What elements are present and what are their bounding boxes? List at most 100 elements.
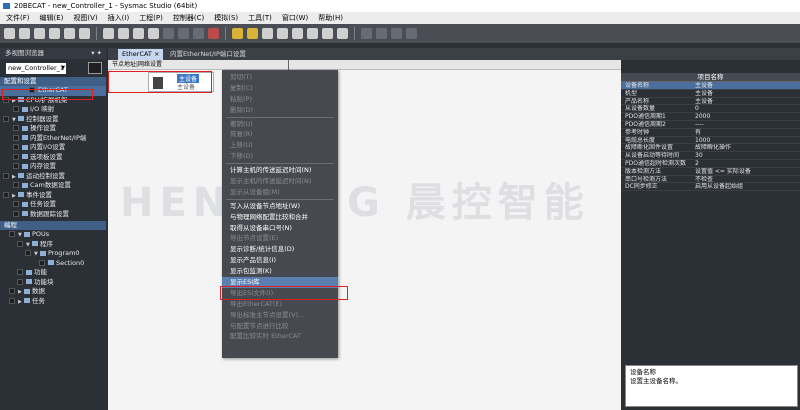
menu-item-cut[interactable]: 剪切(T) bbox=[222, 72, 338, 83]
tree-item-function-blocks[interactable]: 功能块 bbox=[0, 278, 106, 288]
monitor-icon[interactable] bbox=[178, 28, 189, 39]
tool-icon[interactable] bbox=[163, 28, 174, 39]
tree-item-task[interactable]: 任务设置 bbox=[0, 200, 106, 210]
property-value[interactable]: 有 bbox=[691, 129, 800, 136]
build-icon[interactable] bbox=[103, 28, 114, 39]
window-icon[interactable] bbox=[337, 28, 348, 39]
stop-icon[interactable] bbox=[208, 28, 219, 39]
tree-item-section0[interactable]: Section0 bbox=[0, 259, 106, 269]
zoom-out-icon[interactable] bbox=[391, 28, 402, 39]
tree-item-operation[interactable]: 操作设置 bbox=[0, 124, 106, 134]
property-row[interactable]: PDO通信周期1 2000 bbox=[621, 113, 800, 121]
menu-project[interactable]: 工程(P) bbox=[139, 12, 163, 24]
cut-icon[interactable] bbox=[4, 28, 15, 39]
compile-icon[interactable] bbox=[148, 28, 159, 39]
menu-item-redo[interactable]: 恢复(R) bbox=[222, 129, 338, 140]
controller-select[interactable]: new_Controller_1 bbox=[6, 62, 66, 74]
menu-item-write-node-address[interactable]: 写入从设备节点地址(W) bbox=[222, 201, 338, 212]
menu-item-paste[interactable]: 粘贴(P) bbox=[222, 94, 338, 105]
tree-item-data[interactable]: ▶ 数据 bbox=[0, 287, 106, 297]
paste-icon[interactable] bbox=[34, 28, 45, 39]
property-value[interactable]: 2 bbox=[691, 160, 800, 167]
tree-item-option-board[interactable]: 选项板设置 bbox=[0, 153, 106, 163]
tab-ethernet-ip[interactable]: 内置EtherNet/IP端口设置 bbox=[166, 49, 250, 60]
redo-icon[interactable] bbox=[79, 28, 90, 39]
property-value[interactable]: 启用从设备起始组 bbox=[691, 183, 800, 190]
tab-ethercat[interactable]: EtherCAT × bbox=[118, 49, 164, 60]
tree-item-event[interactable]: ▶ 事件设置 bbox=[0, 191, 106, 201]
transfer-icon[interactable] bbox=[133, 28, 144, 39]
menu-window[interactable]: 窗口(W) bbox=[282, 12, 308, 24]
play-icon[interactable] bbox=[292, 28, 303, 39]
property-value[interactable]: ---- bbox=[691, 121, 800, 128]
menu-item-move-up[interactable]: 上移(U) bbox=[222, 140, 338, 151]
menu-help[interactable]: 帮助(H) bbox=[318, 12, 343, 24]
property-row[interactable]: PDO通信周期2 ---- bbox=[621, 121, 800, 129]
property-value[interactable]: 不检查 bbox=[691, 176, 800, 183]
menu-simulation[interactable]: 模拟(S) bbox=[214, 12, 238, 24]
fit-icon[interactable] bbox=[406, 28, 417, 39]
config-section-header[interactable]: 配置和设置 bbox=[0, 77, 106, 86]
menu-item-config-compare-realtime[interactable]: 配置比较实时 EtherCAT bbox=[222, 331, 338, 342]
menu-edit[interactable]: 编辑(E) bbox=[40, 12, 64, 24]
tree-item-builtin-io[interactable]: 内置I/O设置 bbox=[0, 143, 106, 153]
program-section-header[interactable]: 编程 bbox=[0, 221, 106, 230]
property-row[interactable]: 参考时钟 有 bbox=[621, 129, 800, 137]
tree-item-motion[interactable]: ▶ 运动控制设置 bbox=[0, 172, 106, 182]
menu-file[interactable]: 文件(F) bbox=[6, 12, 30, 24]
tree-item-cam[interactable]: Cam数据设置 bbox=[0, 181, 106, 191]
menu-item-export-master[interactable]: 导出标准主节点设置(V)... bbox=[222, 310, 338, 321]
tree-item-programs[interactable]: ▼ 程序 bbox=[0, 240, 106, 250]
menu-item-show-slave-group[interactable]: 显示从设备组(M) bbox=[222, 187, 338, 198]
menu-item-product-info[interactable]: 显示产品信息(I) bbox=[222, 255, 338, 266]
property-row[interactable]: 故障断化固件设置 故障瞬化操作 bbox=[621, 144, 800, 153]
property-row[interactable]: 产品名称 主设备 bbox=[621, 98, 800, 106]
menu-item-compare-merge[interactable]: 与物理网络配置比较和合并 bbox=[222, 212, 338, 223]
property-row[interactable]: DC同步修正 启用从设备起始组 bbox=[621, 183, 800, 192]
menu-insert[interactable]: 插入(I) bbox=[108, 12, 130, 24]
menu-item-copy[interactable]: 复制(C) bbox=[222, 83, 338, 94]
property-value[interactable]: 主设备 bbox=[691, 82, 800, 89]
controller-button[interactable] bbox=[88, 62, 102, 74]
simulate-icon[interactable] bbox=[193, 28, 204, 39]
menu-item-packet-monitor[interactable]: 显示包监测(K) bbox=[222, 266, 338, 277]
property-value[interactable]: 0 bbox=[691, 105, 800, 112]
property-row[interactable]: 从设备启动等待时间 30 bbox=[621, 152, 800, 160]
property-value[interactable]: 1000 bbox=[691, 137, 800, 144]
menu-item-compare-config[interactable]: 与配置节点进行比较 bbox=[222, 321, 338, 332]
tree-item-pous[interactable]: ▼ POUs bbox=[0, 230, 106, 240]
warning-icon[interactable] bbox=[232, 28, 243, 39]
property-row[interactable]: 设备名称 主设备 bbox=[621, 82, 800, 90]
online-icon[interactable] bbox=[118, 28, 129, 39]
zoom-in-icon[interactable] bbox=[376, 28, 387, 39]
property-row[interactable]: 串口号检测方法 不检查 bbox=[621, 176, 800, 184]
undo-icon[interactable] bbox=[64, 28, 75, 39]
menu-tools[interactable]: 工具(T) bbox=[248, 12, 272, 24]
property-value[interactable]: 主设备 bbox=[691, 90, 800, 97]
menu-view[interactable]: 视图(V) bbox=[73, 12, 97, 24]
tree-item-memory[interactable]: 内存设置 bbox=[0, 162, 106, 172]
step-icon[interactable] bbox=[262, 28, 273, 39]
menu-item-delete[interactable]: 删除(D) bbox=[222, 105, 338, 116]
menu-item-undo[interactable]: 撤销(U) bbox=[222, 119, 338, 130]
delete-icon[interactable] bbox=[49, 28, 60, 39]
property-value[interactable]: 主设备 bbox=[691, 98, 800, 105]
property-row[interactable]: 机型 主设备 bbox=[621, 90, 800, 98]
tree-item-tasks[interactable]: ▶ 任务 bbox=[0, 297, 106, 307]
menu-item-show-delay[interactable]: 显示主机的传送延迟时间(N) bbox=[222, 176, 338, 187]
settings-icon[interactable] bbox=[322, 28, 333, 39]
property-value[interactable]: 30 bbox=[691, 152, 800, 159]
tree-item-controller-settings[interactable]: ▼ 控制器设置 bbox=[0, 115, 106, 125]
pin-icon[interactable]: ▾ ✦ bbox=[91, 48, 102, 59]
property-row[interactable]: PDO通信超时检测次数 2 bbox=[621, 160, 800, 168]
property-row[interactable]: 电缆总长度 1000 bbox=[621, 137, 800, 145]
tree-item-ethernet-ip[interactable]: 内置EtherNet/IP端 bbox=[0, 134, 106, 144]
tree-item-trace[interactable]: 数据跟踪设置 bbox=[0, 210, 106, 220]
menu-item-export-node[interactable]: 导出节点设置(E) bbox=[222, 233, 338, 244]
refresh-icon[interactable] bbox=[307, 28, 318, 39]
tree-item-functions[interactable]: 功能 bbox=[0, 268, 106, 278]
menu-item-calc-delay[interactable]: 计算主机的传送延迟时间(N) bbox=[222, 165, 338, 176]
copy-icon[interactable] bbox=[19, 28, 30, 39]
grid-icon[interactable] bbox=[361, 28, 372, 39]
property-row[interactable]: 版本检测方法 设置值 <= 实际设备 bbox=[621, 168, 800, 176]
